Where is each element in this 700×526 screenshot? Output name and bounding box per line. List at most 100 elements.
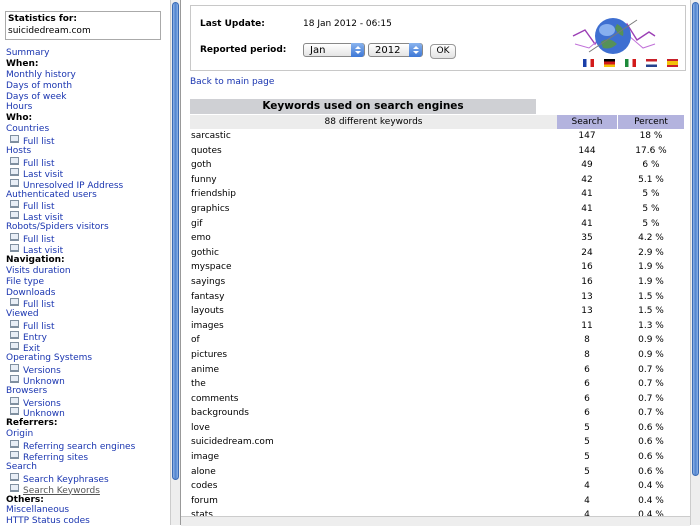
globe-logo-icon [572,18,656,54]
percent-cell: 0.7 % [638,393,664,404]
keyword-cell: layouts [191,306,224,317]
left-scrollbar[interactable] [170,0,180,525]
percent-cell: 18 % [639,131,663,141]
keywords-table-body: sarcastic 147 18 % quotes 144 17.6 % goth 49 6 %… [190,129,684,523]
es-flag-icon[interactable] [667,59,679,67]
search-count-cell: 8 [584,349,590,360]
table-row: of 8 0.9 % [190,333,684,348]
document-icon [10,167,19,176]
keyword-cell: alone [191,466,216,477]
sidebar-item[interactable]: Browsers [6,386,168,397]
sidebar-item[interactable]: Authenticated users [6,190,168,201]
table-row: images 11 1.3 % [190,319,684,334]
document-icon [10,450,19,459]
search-count-cell: 5 [584,437,590,448]
sidebar-item[interactable]: Countries [6,124,168,135]
sidebar-item[interactable]: Referring search engines [6,440,168,452]
sidebar-item[interactable]: Full list [6,156,168,169]
percent-cell: 0.4 % [638,495,664,506]
sidebar-item[interactable]: Search [6,462,168,473]
sidebar-item[interactable]: Last visit [6,167,168,180]
sidebar-item[interactable]: Unknown [6,374,168,387]
table-row: sayings 16 1.9 % [190,275,684,290]
keyword-cell: gif [191,218,203,229]
search-count-cell: 41 [581,203,593,214]
percent-cell: 0.9 % [638,349,664,360]
sidebar-item[interactable]: Versions [6,363,168,376]
keyword-cell: backgrounds [191,408,249,419]
sidebar-item[interactable]: Last visit [6,211,168,223]
fr-flag-icon[interactable] [583,59,594,67]
ok-button[interactable]: OK [430,44,456,59]
sidebar-item[interactable]: Days of month [6,81,168,92]
sidebar-item[interactable]: Versions [6,396,168,409]
sidebar-item[interactable]: HTTP Status codes [6,516,168,525]
sidebar-item[interactable]: Full list [6,298,168,310]
sidebar-item[interactable]: Full list [6,320,168,332]
main-scroll-thumb[interactable] [692,2,699,476]
it-flag-icon[interactable] [625,59,637,67]
percent-cell: 0.6 % [638,466,664,477]
sidebar-item[interactable]: Miscellaneous [6,505,168,516]
percent-cell: 1.5 % [638,306,664,317]
sidebar-item[interactable]: Days of week [6,92,168,103]
main-frame: Last Update: 18 Jan 2012 - 06:15 Reporte… [181,0,690,525]
document-icon [10,396,19,405]
left-scroll-thumb[interactable] [172,2,179,480]
year-select[interactable]: 2012 [368,43,423,57]
sidebar-item[interactable]: Last visit [6,244,168,256]
sidebar-item[interactable]: Full list [6,135,168,147]
search-count-cell: 6 [584,408,590,419]
sidebar-item-label: Monthly history [6,69,76,80]
sidebar-item[interactable]: Operating Systems [6,353,168,364]
sidebar-item[interactable]: Full list [6,200,168,212]
sidebar-item-label: Browsers [6,385,48,396]
main-scrollbar[interactable] [690,0,700,525]
document-icon [10,472,19,481]
sidebar-item[interactable]: Hosts [6,146,168,157]
sidebar-item[interactable]: Origin [6,429,168,440]
search-count-cell: 6 [584,393,590,404]
sidebar-item[interactable]: Search Keywords [6,483,168,496]
document-icon [10,156,19,165]
sidebar-item[interactable]: Exit [6,342,168,354]
table-row: pictures 8 0.9 % [190,348,684,363]
keyword-cell: emo [191,233,211,244]
sidebar-item[interactable]: Visits duration [6,266,168,277]
month-select[interactable]: Jan [303,43,365,57]
sidebar-item[interactable]: Monthly history [6,70,168,81]
search-count-cell: 13 [581,306,593,317]
search-count-cell: 41 [581,189,593,200]
sidebar-item[interactable]: Viewed [6,309,168,320]
sidebar-item[interactable]: Entry [6,331,168,343]
keyword-cell: image [191,452,220,463]
sidebar-item[interactable]: Hours [6,102,168,113]
percent-cell: 1.3 % [638,320,664,331]
keywords-title: Keywords used on search engines [262,100,464,112]
sidebar-item[interactable]: Full list [6,233,168,245]
table-row: gif 41 5 % [190,217,684,232]
document-icon [10,440,19,449]
document-icon [10,320,19,329]
percent-cell: 2.9 % [638,247,664,258]
search-count-cell: 41 [581,218,593,229]
sidebar-item[interactable]: Referring sites [6,450,168,463]
percent-cell: 0.7 % [638,408,664,419]
de-flag-icon[interactable] [604,59,616,67]
nl-flag-icon[interactable] [646,59,658,67]
sidebar-item[interactable]: Summary [6,48,168,59]
sidebar-item[interactable]: Robots/Spiders visitors [6,222,168,233]
back-to-main-link[interactable]: Back to main page [190,77,274,87]
sidebar-item[interactable]: Search Keyphrases [6,472,168,485]
document-icon [10,233,19,242]
keyword-cell: pictures [191,349,228,360]
search-count-cell: 144 [578,145,596,156]
sidebar-item-label: Visits duration [6,265,71,276]
search-count-cell: 5 [584,422,590,433]
sidebar-item[interactable]: Unresolved IP Address [6,178,168,191]
sidebar-item[interactable]: File type [6,277,168,288]
sidebar-item[interactable]: Downloads [6,288,168,299]
percent-cell: 6 % [642,160,660,171]
sidebar-item[interactable]: Unknown [6,407,168,419]
percent-cell: 1.9 % [638,276,664,287]
